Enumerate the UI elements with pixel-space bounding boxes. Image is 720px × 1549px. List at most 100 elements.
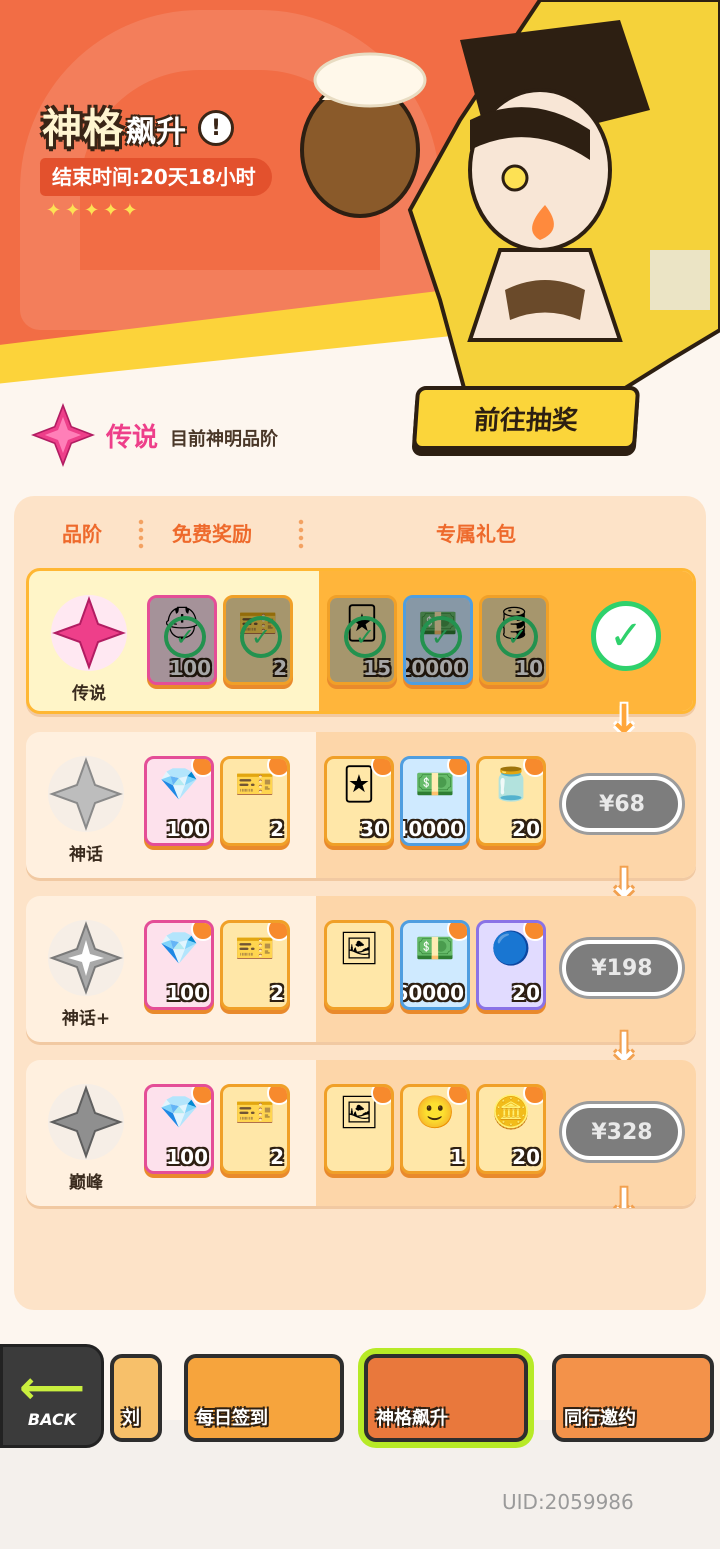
reward-count: 30 [360, 817, 388, 841]
claimed-check-icon: ✓ [591, 601, 661, 671]
reward-cash[interactable]: 💵 60000 [400, 920, 470, 1010]
reward-count: 100 [166, 1145, 208, 1169]
back-label: BACK [27, 1409, 77, 1429]
reward-count: 20 [512, 1145, 540, 1169]
reward-count: 20 [512, 817, 540, 841]
stars-decoration: ✦✦✦✦✦ [46, 200, 142, 221]
ticket-icon: 🎫 [238, 604, 278, 642]
lock-icon [371, 1087, 391, 1105]
check-icon: ✓ [496, 616, 538, 658]
lock-icon [371, 759, 391, 777]
reward-diamond[interactable]: 💎 100 [144, 1084, 214, 1174]
nav-card-daily-signin[interactable]: 每日签到 [184, 1354, 344, 1442]
reward-count: 20000 [403, 656, 467, 680]
nav-card-label: 神格飙升 [376, 1408, 448, 1429]
lock-icon [523, 759, 543, 777]
reward-diamond[interactable]: 💎 100 [144, 756, 214, 846]
column-tier: 品阶 [62, 522, 102, 546]
tier-row-peak: 巅峰 💎 100 🎫 2 🖼 🙂 1 🪙 20 ¥328 [26, 1060, 696, 1206]
tier-label: 神话+ [61, 1009, 111, 1029]
reward-count: 20 [512, 981, 540, 1005]
reward-count: 100 [166, 981, 208, 1005]
reward-character-card[interactable]: 🖼 [324, 920, 394, 1010]
reward-count: 1 [450, 1145, 464, 1169]
reward-count: 2 [270, 1145, 284, 1169]
reward-count: 40000 [400, 817, 464, 841]
reward-count: 15 [363, 656, 391, 680]
reward-barrel[interactable]: 🛢 ✓ 10 [479, 595, 549, 685]
reward-count: 2 [270, 981, 284, 1005]
nav-card-invite[interactable]: 同行邀约 [552, 1354, 714, 1442]
legend-star-icon [51, 595, 127, 671]
check-icon: ✓ [240, 616, 282, 658]
character-illustration [300, 0, 720, 410]
peak-star-icon [48, 1084, 124, 1160]
go-draw-button[interactable]: 前往抽奖 [411, 386, 641, 450]
buy-button-68[interactable]: ¥68 [562, 776, 682, 832]
nav-card-label: 刘 [122, 1408, 140, 1429]
reward-count: 2 [270, 817, 284, 841]
lock-icon [447, 923, 467, 941]
title-main: 神格 [42, 106, 124, 152]
reward-potion-jar[interactable]: 🫙 20 [476, 756, 546, 846]
current-tier-desc: 目前神明品阶 [170, 429, 279, 450]
tier-label: 巅峰 [69, 1173, 103, 1193]
legend-star-icon [31, 403, 95, 467]
reward-avatar-frame[interactable]: 🙂 1 [400, 1084, 470, 1174]
lock-icon [191, 923, 211, 941]
lock-icon [447, 759, 467, 777]
tier-row-myth: 神话 💎 100 🎫 2 🃏 30 💵 40000 🫙 20 ¥68 [26, 732, 696, 878]
nav-card-label: 同行邀约 [564, 1408, 636, 1429]
lock-icon [447, 1087, 467, 1105]
character-card-icon: 🖼 [338, 929, 380, 967]
tier-row-legend: 传说 ⛑ ✓ 100 🎫 ✓ 2 🃏 ✓ 15 💵 ✓ 20000 🛢 ✓ 10… [26, 568, 696, 714]
lock-icon [523, 1087, 543, 1105]
nav-card-divinity-surge[interactable]: 神格飙升 [364, 1354, 528, 1442]
reward-ticket[interactable]: 🎫 2 [220, 1084, 290, 1174]
helmet-icon: ⛑ [161, 604, 203, 642]
check-icon: ✓ [420, 616, 462, 658]
reward-diamond[interactable]: 💎 100 [144, 920, 214, 1010]
back-button[interactable]: ⟵ BACK [0, 1344, 104, 1448]
tier-row-myth-plus: 神话+ 💎 100 🎫 2 🖼 💵 60000 🔵 20 ¥198 [26, 896, 696, 1042]
reward-ticket[interactable]: 🎫 2 [220, 920, 290, 1010]
tier-label: 传说 [72, 684, 106, 704]
lock-icon [191, 759, 211, 777]
end-time-label: 结束时间:20天18小时 [40, 158, 272, 196]
nav-card-partial[interactable]: 刘 [110, 1354, 162, 1442]
check-icon: ✓ [164, 616, 206, 658]
buy-button-328[interactable]: ¥328 [562, 1104, 682, 1160]
user-id: UID:2059986 [502, 1490, 634, 1514]
lock-icon [267, 1087, 287, 1105]
reward-ticket[interactable]: 🎫 ✓ 2 [223, 595, 293, 685]
info-icon[interactable]: ! [198, 110, 234, 146]
reward-card-pack[interactable]: 🃏 ✓ 15 [327, 595, 397, 685]
reward-helmet[interactable]: ⛑ ✓ 100 [147, 595, 217, 685]
reward-character-card[interactable]: 🖼 [324, 1084, 394, 1174]
nav-card-label: 每日签到 [196, 1408, 268, 1429]
current-tier: 传说 目前神明品阶 [30, 402, 278, 468]
buy-button-198[interactable]: ¥198 [562, 940, 682, 996]
lock-icon [191, 1087, 211, 1105]
reward-count: 100 [166, 817, 208, 841]
lock-icon [267, 923, 287, 941]
myth-plus-star-icon [48, 920, 124, 996]
reward-ticket[interactable]: 🎫 2 [220, 756, 290, 846]
event-title: 神格 飙升 ! [42, 96, 234, 154]
reward-count: 2 [273, 656, 287, 680]
reward-count: 60000 [400, 981, 464, 1005]
card-pack-icon: 🃏 [345, 604, 379, 642]
event-banner: 神格 飙升 ! 结束时间:20天18小时 ✦✦✦✦✦ [0, 0, 720, 420]
reward-token-card[interactable]: 🔵 20 [476, 920, 546, 1010]
reward-cash[interactable]: 💵 40000 [400, 756, 470, 846]
back-arrow-icon: ⟵ [19, 1359, 85, 1414]
column-exclusive: 专属礼包 [436, 522, 516, 546]
column-divider [298, 518, 304, 550]
reward-count: 100 [169, 656, 211, 680]
reward-card-pack[interactable]: 🃏 30 [324, 756, 394, 846]
down-arrow-icon: ↓ [607, 1181, 641, 1208]
reward-coin-card[interactable]: 🪙 20 [476, 1084, 546, 1174]
column-free: 免费奖励 [172, 522, 252, 546]
reward-cash[interactable]: 💵 ✓ 20000 [403, 595, 473, 685]
barrel-icon: 🛢 [493, 604, 535, 642]
